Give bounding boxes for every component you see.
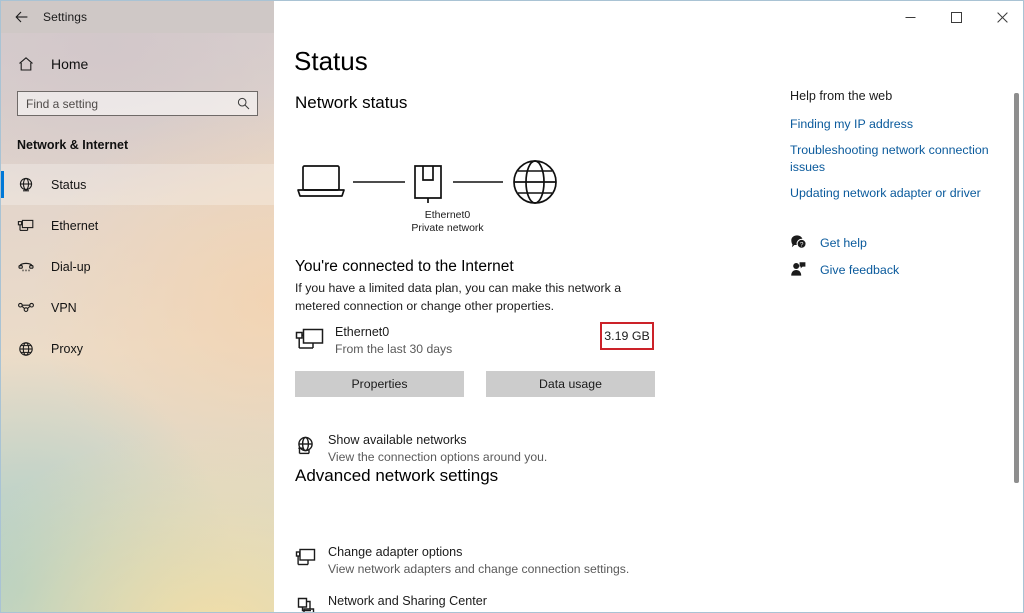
maximize-button[interactable]: [933, 2, 979, 33]
search-input[interactable]: [26, 96, 236, 111]
diagram-adapter-name: Ethernet0: [424, 209, 471, 221]
close-button[interactable]: [979, 2, 1023, 33]
data-usage-button[interactable]: Data usage: [486, 371, 655, 397]
sidebar-item-label: VPN: [51, 300, 77, 315]
link-subtitle: View network adapters and change connect…: [328, 562, 630, 576]
laptop-icon: [297, 165, 345, 197]
minimize-button[interactable]: [887, 2, 933, 33]
get-help-icon: ?: [790, 234, 820, 251]
ethernet-port-icon: [414, 165, 442, 203]
sidebar-item-dial-up[interactable]: Dial-up: [1, 246, 274, 287]
maximize-icon: [950, 11, 962, 23]
advanced-settings-heading: Advanced network settings: [295, 466, 499, 485]
data-usage-value: 3.19 GB: [604, 329, 650, 343]
sidebar-item-home[interactable]: Home: [1, 45, 274, 83]
network-adapter-icon: [295, 325, 333, 357]
change-adapter-options-link[interactable]: Change adapter options View network adap…: [295, 545, 629, 576]
sidebar-item-label: Ethernet: [51, 218, 99, 233]
search-icon: [236, 97, 251, 110]
adapter-subtitle: From the last 30 days: [335, 342, 453, 356]
svg-text:?: ?: [800, 241, 804, 248]
properties-button[interactable]: Properties: [295, 371, 464, 397]
give-feedback-action[interactable]: Give feedback: [790, 256, 1000, 283]
help-actions: ? Get help Give feedback: [790, 229, 1000, 283]
dialup-phone-icon: [17, 258, 45, 276]
sharing-center-icon: [295, 594, 328, 612]
sidebar-nav-list: Status Ethernet Dial-up VPN Proxy: [1, 164, 274, 369]
link-title: Change adapter options: [328, 545, 463, 559]
link-title: Show available networks: [328, 433, 467, 447]
diagram-caption: Ethernet0 Private network: [395, 209, 565, 235]
title-bar-left: Settings: [1, 1, 274, 33]
network-diagram: Ethernet0 Private network: [295, 158, 565, 243]
show-available-networks-link[interactable]: Show available networks View the connect…: [295, 433, 547, 464]
adapter-row: Ethernet0 From the last 30 days: [295, 325, 452, 357]
help-pane-title: Help from the web: [790, 89, 893, 103]
available-networks-icon: [295, 433, 328, 462]
network-status-heading: Network status: [295, 93, 408, 112]
help-link-troubleshooting[interactable]: Troubleshooting network connection issue…: [790, 142, 1000, 176]
data-usage-highlight: 3.19 GB: [600, 322, 654, 350]
back-button[interactable]: [1, 1, 43, 33]
window-controls: [274, 1, 1023, 33]
sidebar-item-label: Status: [51, 177, 87, 192]
home-icon: [17, 55, 45, 73]
get-help-label: Get help: [820, 235, 867, 250]
page-title: Status: [294, 46, 368, 76]
give-feedback-icon: [790, 261, 820, 278]
search-box[interactable]: [17, 91, 258, 116]
home-label: Home: [51, 56, 89, 72]
vpn-icon: [17, 299, 45, 317]
proxy-globe-icon: [17, 340, 45, 358]
back-arrow-icon: [15, 11, 28, 23]
help-link-updating-driver[interactable]: Updating network adapter or driver: [790, 185, 1000, 202]
link-subtitle: View the connection options around you.: [328, 450, 548, 464]
adapter-buttons: Properties Data usage: [295, 371, 655, 397]
sidebar-item-proxy[interactable]: Proxy: [1, 328, 274, 369]
globe-icon: [513, 160, 557, 204]
main-content: Status Network status Ethernet0 Private …: [274, 33, 1023, 612]
globe-status-icon: [17, 176, 45, 194]
sidebar: Home Network & Internet: [1, 33, 274, 612]
sidebar-item-ethernet[interactable]: Ethernet: [1, 205, 274, 246]
help-pane: Help from the web Finding my IP address …: [790, 89, 1000, 283]
sidebar-category-title: Network & Internet: [17, 138, 129, 152]
get-help-action[interactable]: ? Get help: [790, 229, 1000, 256]
ethernet-icon: [17, 217, 45, 235]
connected-title: You're connected to the Internet: [295, 258, 514, 275]
settings-window: Settings Home Find a setting Network & I…: [0, 0, 1024, 613]
network-sharing-center-link[interactable]: Network and Sharing Center For the netwo…: [295, 594, 676, 612]
adapter-name: Ethernet0: [335, 325, 390, 339]
sidebar-item-label: Dial-up: [51, 259, 91, 274]
scrollbar-thumb[interactable]: [1014, 93, 1019, 483]
give-feedback-label: Give feedback: [820, 262, 900, 277]
minimize-icon: [905, 16, 915, 18]
title-bar: Settings: [1, 1, 1023, 33]
link-title: Network and Sharing Center: [328, 594, 487, 608]
diagram-network-type: Private network: [411, 222, 484, 234]
vertical-scrollbar[interactable]: [1009, 33, 1023, 612]
connected-description: If you have a limited data plan, you can…: [295, 281, 622, 313]
sidebar-item-label: Proxy: [51, 341, 83, 356]
help-link-finding-ip[interactable]: Finding my IP address: [790, 116, 1000, 133]
close-icon: [996, 11, 1008, 23]
app-title: Settings: [43, 10, 88, 24]
change-adapter-icon: [295, 545, 328, 574]
sidebar-item-status[interactable]: Status: [1, 164, 274, 205]
sidebar-item-vpn[interactable]: VPN: [1, 287, 274, 328]
